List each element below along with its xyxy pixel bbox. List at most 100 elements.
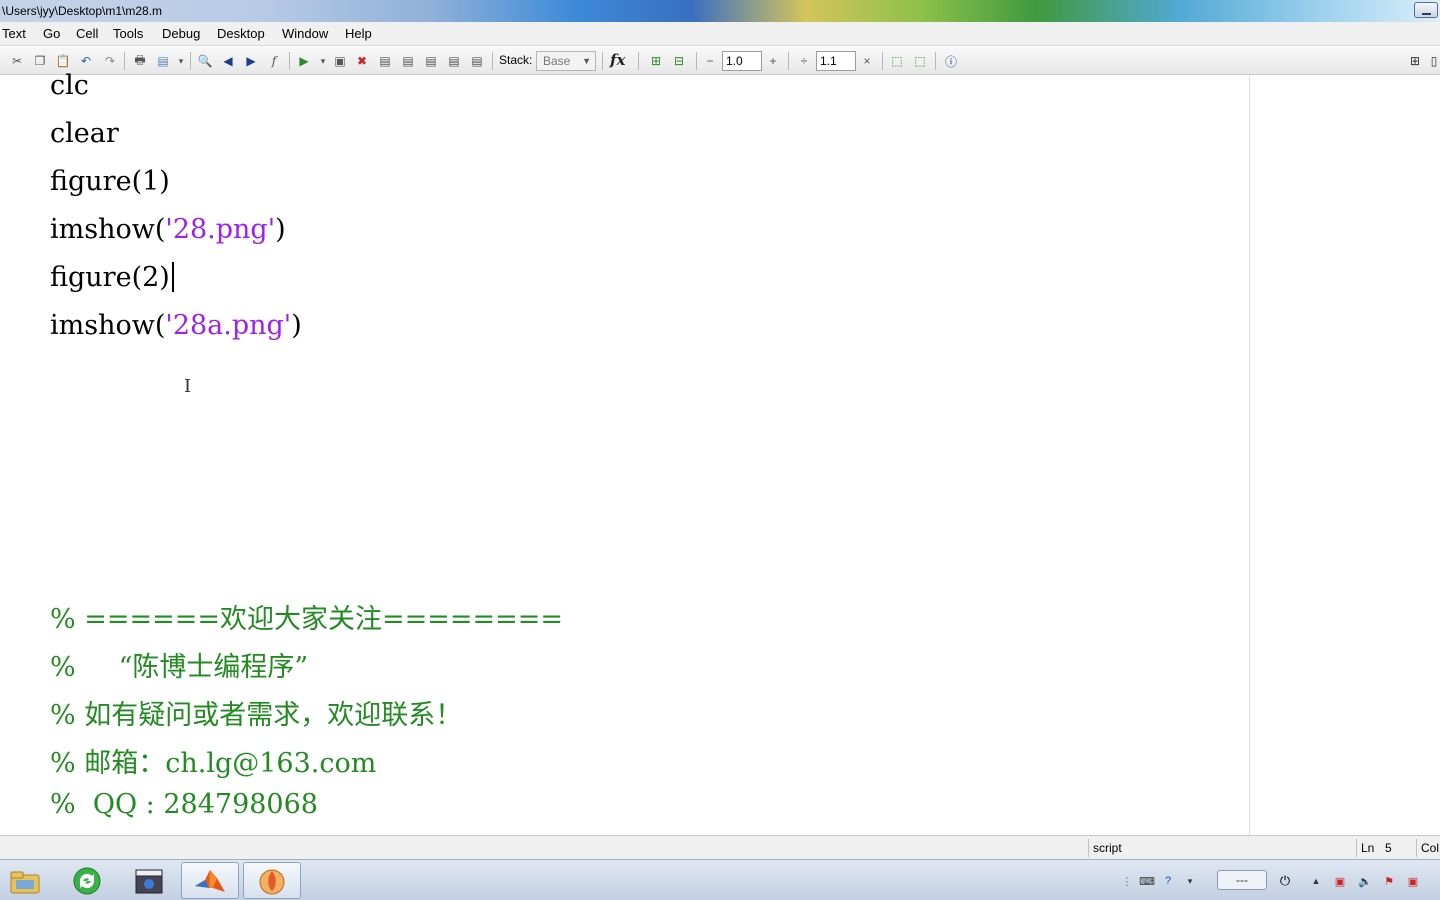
menu-tools[interactable]: Tools xyxy=(113,22,143,46)
step-in-icon[interactable]: ▤ xyxy=(400,53,416,69)
function-browser-icon[interactable]: f xyxy=(266,53,282,69)
cell-value-input-1[interactable]: 1.0 xyxy=(722,51,762,71)
code-line-2: clear xyxy=(50,118,119,149)
insert-function-icon[interactable]: fx xyxy=(610,51,625,69)
stack-select[interactable]: Base ▼ xyxy=(536,51,596,71)
split-layout-icon[interactable]: ▯ xyxy=(1428,53,1440,69)
taskbar-sync-app[interactable] xyxy=(58,862,116,899)
menu-help[interactable]: Help xyxy=(345,22,372,46)
matlab-icon xyxy=(195,869,225,892)
code-line-1: clc xyxy=(50,70,89,101)
code-editor[interactable]: clc clear figure(1) imshow('28.png') fig… xyxy=(0,70,1440,835)
refresh-icon xyxy=(73,867,101,894)
flag-icon[interactable]: ⚑ xyxy=(1382,874,1396,888)
status-ln-value: 5 xyxy=(1385,841,1392,855)
insert-cell-icon[interactable]: ⊞ xyxy=(648,53,664,69)
status-bar: script Ln 5 Col xyxy=(0,835,1440,859)
evaluate-cell-icon[interactable]: ⊟ xyxy=(671,53,687,69)
step-out-icon[interactable]: ▤ xyxy=(423,53,439,69)
power-plug-icon[interactable]: ⏻ xyxy=(1278,873,1292,888)
keyboard-icon[interactable]: ⌨ xyxy=(1139,874,1155,888)
find-icon[interactable]: 🔍 xyxy=(197,53,213,69)
comment-line-3: % 如有疑问或者需求，欢迎联系！ xyxy=(50,700,463,731)
toolbar-divider xyxy=(602,52,603,70)
copy-icon[interactable]: ❐ xyxy=(32,53,48,69)
show-hidden-icons-icon[interactable]: ▲ xyxy=(1309,874,1323,888)
status-col-label: Col xyxy=(1416,839,1440,857)
step-icon[interactable]: ▤ xyxy=(377,53,393,69)
monitor-icon[interactable]: ▣ xyxy=(1406,874,1420,888)
continue-icon[interactable]: ▤ xyxy=(446,53,462,69)
volume-icon[interactable]: 🔈 xyxy=(1358,874,1372,888)
chevron-down-icon[interactable]: ▾ xyxy=(176,53,186,69)
tile-layout-icon[interactable]: ⊞ xyxy=(1407,53,1423,69)
editor-toolbar: ✂ ❐ 📋 ↶ ↷ 🖶 ▤ ▾ 🔍 ◀ ▶ f ▶ ▾ ▣ ✖ ▤ ▤ ▤ ▤ … xyxy=(0,47,1440,75)
print-options-icon[interactable]: ▤ xyxy=(155,53,171,69)
multiply-button[interactable]: × xyxy=(859,53,875,69)
menu-go[interactable]: Go xyxy=(43,22,60,46)
menu-text[interactable]: Text xyxy=(2,22,26,46)
toolbar-divider xyxy=(638,52,639,70)
run-icon[interactable]: ▶ xyxy=(296,53,312,69)
toolbar-divider xyxy=(190,52,191,70)
menu-cell[interactable]: Cell xyxy=(76,22,98,46)
status-mode: script xyxy=(1088,839,1354,857)
menu-desktop[interactable]: Desktop xyxy=(217,22,265,46)
show-cell-titles-icon[interactable]: ⬚ xyxy=(889,53,905,69)
minimize-button[interactable] xyxy=(1414,2,1438,18)
string-literal: '28a.png' xyxy=(165,310,292,341)
string-literal: '28.png' xyxy=(165,214,276,245)
chevron-down-icon[interactable]: ▾ xyxy=(318,53,328,69)
folder-icon xyxy=(10,871,40,893)
toolbar-divider xyxy=(492,52,493,70)
stack-select-value: Base xyxy=(543,54,571,68)
clapperboard-icon xyxy=(135,869,163,893)
increment-button[interactable]: + xyxy=(765,53,781,69)
toolbar-divider xyxy=(935,52,936,70)
toolbar-divider xyxy=(882,52,883,70)
code-line-6: imshow('28a.png') xyxy=(50,310,302,341)
menu-window[interactable]: Window xyxy=(282,22,328,46)
chevron-down-icon: ▼ xyxy=(582,56,591,66)
code-line-5: figure(2) xyxy=(50,262,174,293)
menu-bar: Text Go Cell Tools Debug Desktop Window … xyxy=(0,22,1440,46)
print-icon[interactable]: 🖶 xyxy=(132,53,148,69)
menu-debug[interactable]: Debug xyxy=(162,22,200,46)
taskbar-explorer[interactable] xyxy=(0,862,54,899)
divide-button[interactable]: ÷ xyxy=(796,53,812,69)
taskbar-media-player[interactable] xyxy=(120,862,178,899)
grip-icon: ⋮ xyxy=(1121,875,1133,888)
cut-icon[interactable]: ✂ xyxy=(9,53,25,69)
taskbar-matlab[interactable] xyxy=(181,862,239,899)
back-arrow-icon[interactable]: ◀ xyxy=(220,53,236,69)
exit-debug-icon[interactable]: ▤ xyxy=(469,53,485,69)
toolbar-divider xyxy=(696,52,697,70)
clear-breakpoints-icon[interactable]: ✖ xyxy=(354,53,370,69)
taskbar: ⋮ ⌨ ? ▾ --- ⏻ ▲ ▣ 🔈 ⚑ ▣ xyxy=(0,859,1440,900)
code-line-3: figure(1) xyxy=(50,166,170,197)
flame-icon xyxy=(259,869,285,894)
set-breakpoint-icon[interactable]: ▣ xyxy=(332,53,348,69)
network-icon[interactable]: ▣ xyxy=(1333,874,1347,888)
undo-icon[interactable]: ↶ xyxy=(78,53,94,69)
comment-line-2: % “陈博士编程序” xyxy=(50,652,309,683)
hide-cell-titles-icon[interactable]: ⬚ xyxy=(912,53,928,69)
comment-line-1: % ======欢迎大家关注======== xyxy=(50,604,563,635)
comment-line-5: % QQ : 284798068 xyxy=(50,789,318,820)
redo-icon[interactable]: ↷ xyxy=(102,53,118,69)
ibeam-cursor-icon: I xyxy=(184,376,192,397)
toolbar-divider xyxy=(788,52,789,70)
taskbar-recorder[interactable] xyxy=(243,862,301,899)
window-title-bar: \Users\jyy\Desktop\m1\m28.m xyxy=(0,0,1440,22)
help-icon[interactable]: ? xyxy=(1161,874,1175,888)
code-line-4: imshow('28.png') xyxy=(50,214,286,245)
forward-arrow-icon[interactable]: ▶ xyxy=(243,53,259,69)
language-indicator[interactable]: --- xyxy=(1217,870,1267,890)
help-info-icon[interactable]: ⓘ xyxy=(943,53,959,69)
paste-icon[interactable]: 📋 xyxy=(55,53,71,69)
chevron-down-icon[interactable]: ▾ xyxy=(1183,874,1197,888)
cell-value-input-2[interactable]: 1.1 xyxy=(816,51,856,71)
right-margin-line xyxy=(1249,75,1250,835)
decrement-button[interactable]: − xyxy=(702,53,718,69)
toolbar-divider xyxy=(124,52,125,70)
